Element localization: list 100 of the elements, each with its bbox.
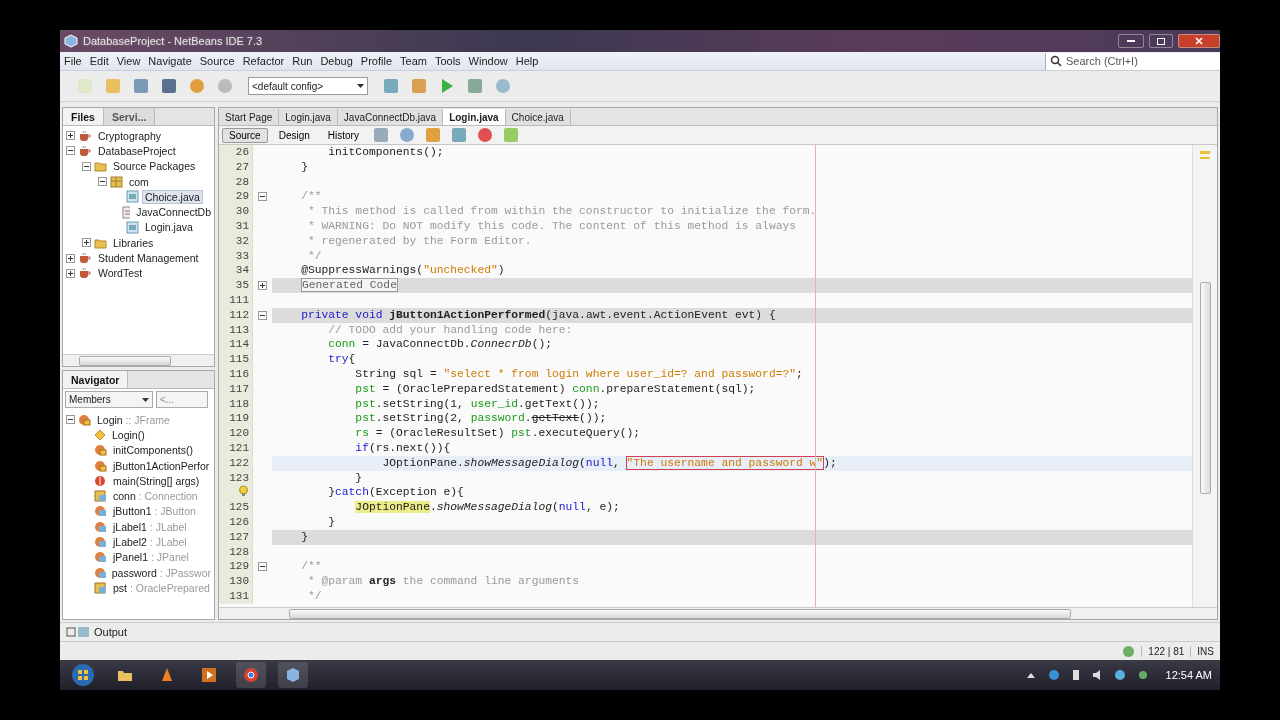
menu-item[interactable]: Refactor <box>238 55 289 67</box>
tree-item[interactable]: conn : Connection <box>110 489 201 504</box>
minimize-button[interactable] <box>1118 34 1144 48</box>
speaker-icon[interactable] <box>1091 669 1102 681</box>
tree-item[interactable]: password : JPasswor <box>108 565 214 580</box>
code-line: JOptionPane.showMessageDialog(null, e); <box>354 500 621 515</box>
method-icon <box>94 474 107 487</box>
panel-tab[interactable]: Files <box>63 108 104 125</box>
line-number: 120 <box>219 426 252 441</box>
app-icon <box>64 34 78 48</box>
tray-icon[interactable] <box>1113 669 1126 681</box>
menu-item[interactable]: Help <box>511 55 543 67</box>
code-line: pst.setString(1, user_id.getText()); <box>354 396 601 412</box>
cup-icon <box>78 144 92 157</box>
menu-item[interactable]: View <box>112 55 145 67</box>
browser-icon[interactable] <box>236 662 266 688</box>
code-line: conn = JavaConnectDb.ConnecrDb(); <box>327 337 553 353</box>
tree-item[interactable]: jLabel2 : JLabel <box>110 535 190 549</box>
menu-item[interactable]: Edit <box>85 55 113 67</box>
tree-item[interactable]: Login :: JFrame <box>94 412 173 427</box>
menu-item[interactable]: Tools <box>430 55 465 67</box>
menu-item[interactable]: Debug <box>316 55 357 67</box>
menu-item[interactable]: Profile <box>356 55 396 67</box>
folder-icon <box>94 236 107 249</box>
view-tab[interactable]: History <box>320 127 366 143</box>
line-number: 119 <box>219 411 252 427</box>
menu-item[interactable]: Window <box>464 55 512 67</box>
expander-icon[interactable] <box>66 253 75 263</box>
tree-item[interactable]: Libraries <box>110 235 157 250</box>
code-line: } <box>327 514 336 530</box>
expander-icon[interactable] <box>66 415 75 425</box>
tree-item[interactable]: JavaConnectDb <box>133 205 214 220</box>
menu-item[interactable]: Run <box>288 55 317 67</box>
cup-icon <box>78 129 92 142</box>
editor-tab[interactable]: Choice.java <box>505 109 571 125</box>
expander-icon[interactable] <box>66 146 75 156</box>
config-dropdown[interactable]: <default config> <box>248 77 368 95</box>
close-icon <box>1195 37 1203 45</box>
menu-item[interactable]: Navigate <box>144 55 196 67</box>
line-number: 130 <box>219 574 252 589</box>
battery-icon[interactable] <box>1071 669 1080 681</box>
expander-icon[interactable] <box>66 268 75 278</box>
tree-item[interactable]: jLabel1 : JLabel <box>110 519 190 534</box>
view-tab[interactable]: Source <box>222 127 268 143</box>
tree-item[interactable]: WordTest <box>95 266 146 281</box>
insert-mode: INS <box>1190 645 1214 657</box>
caret-icon <box>142 397 149 402</box>
tree-item[interactable]: Login.java <box>142 220 196 235</box>
tree-item[interactable]: main(String[] args) <box>110 473 203 488</box>
tree-item[interactable]: jButton1ActionPerfor <box>110 458 213 473</box>
menu-item[interactable]: File <box>60 55 86 67</box>
code-line: * This method is called from within the constructor to initialize the form. <box>306 204 818 219</box>
panel-tab[interactable]: Servi... <box>103 108 156 125</box>
expander-icon[interactable] <box>258 562 267 572</box>
editor-tab[interactable]: Start Page <box>219 109 280 125</box>
search-field[interactable]: Search (Ctrl+I) <box>1045 52 1220 70</box>
expander-icon[interactable] <box>258 192 267 202</box>
tray-icon[interactable] <box>1047 669 1060 681</box>
tree-item[interactable]: initComponents() <box>110 443 196 458</box>
tree-item[interactable]: jButton1 : JButton <box>110 504 199 519</box>
tree-item[interactable]: DatabaseProject <box>95 143 179 158</box>
form-file-icon <box>126 220 139 234</box>
tree-item[interactable]: Cryptography <box>95 128 165 143</box>
editor-tab[interactable]: Login.java <box>443 109 506 125</box>
tree-item[interactable]: jPanel1 : JPanel <box>110 550 192 565</box>
maximize-button[interactable] <box>1149 34 1173 48</box>
expander-icon[interactable] <box>98 177 107 187</box>
editor-tab[interactable]: JavaConnectDb.java <box>337 109 444 125</box>
expander-icon[interactable] <box>82 238 91 248</box>
code-line: /** <box>300 559 323 575</box>
output-tab[interactable]: Output <box>94 626 128 638</box>
field-icon <box>94 551 107 564</box>
editor-tab[interactable]: Login.java <box>279 109 338 125</box>
tray-icon[interactable] <box>1137 670 1148 680</box>
expander-icon[interactable] <box>82 161 91 171</box>
tree-item[interactable]: Login() <box>109 427 148 442</box>
menu-item[interactable]: Team <box>396 55 431 67</box>
tree-item[interactable]: Student Management <box>95 251 202 265</box>
form-file-icon <box>126 190 139 204</box>
view-tab[interactable]: Design <box>271 127 317 143</box>
tree-item[interactable]: Source Packages <box>110 159 199 174</box>
expander-icon[interactable] <box>258 310 267 320</box>
scrollbar[interactable] <box>63 354 214 366</box>
cube-icon[interactable] <box>278 662 308 688</box>
package-icon <box>110 175 123 188</box>
tree-item[interactable]: Choice.java <box>142 189 203 204</box>
tree-item[interactable]: com <box>126 174 152 189</box>
expander-icon[interactable] <box>66 131 75 141</box>
expander-icon[interactable] <box>258 281 267 291</box>
tree-item[interactable]: pst : OraclePrepared <box>110 580 213 595</box>
code-line: if(rs.next()){ <box>354 440 452 456</box>
field-icon <box>94 490 107 503</box>
menu-item[interactable]: Source <box>195 55 239 67</box>
search-icon[interactable] <box>1050 55 1062 67</box>
line-number: 34 <box>219 263 252 279</box>
close-button[interactable] <box>1178 34 1220 48</box>
scrollbar[interactable] <box>219 607 1217 619</box>
members-dropdown[interactable]: Members <box>65 391 153 408</box>
scrollbar[interactable] <box>1192 145 1217 607</box>
code-line: }catch(Exception e){ <box>327 485 465 501</box>
